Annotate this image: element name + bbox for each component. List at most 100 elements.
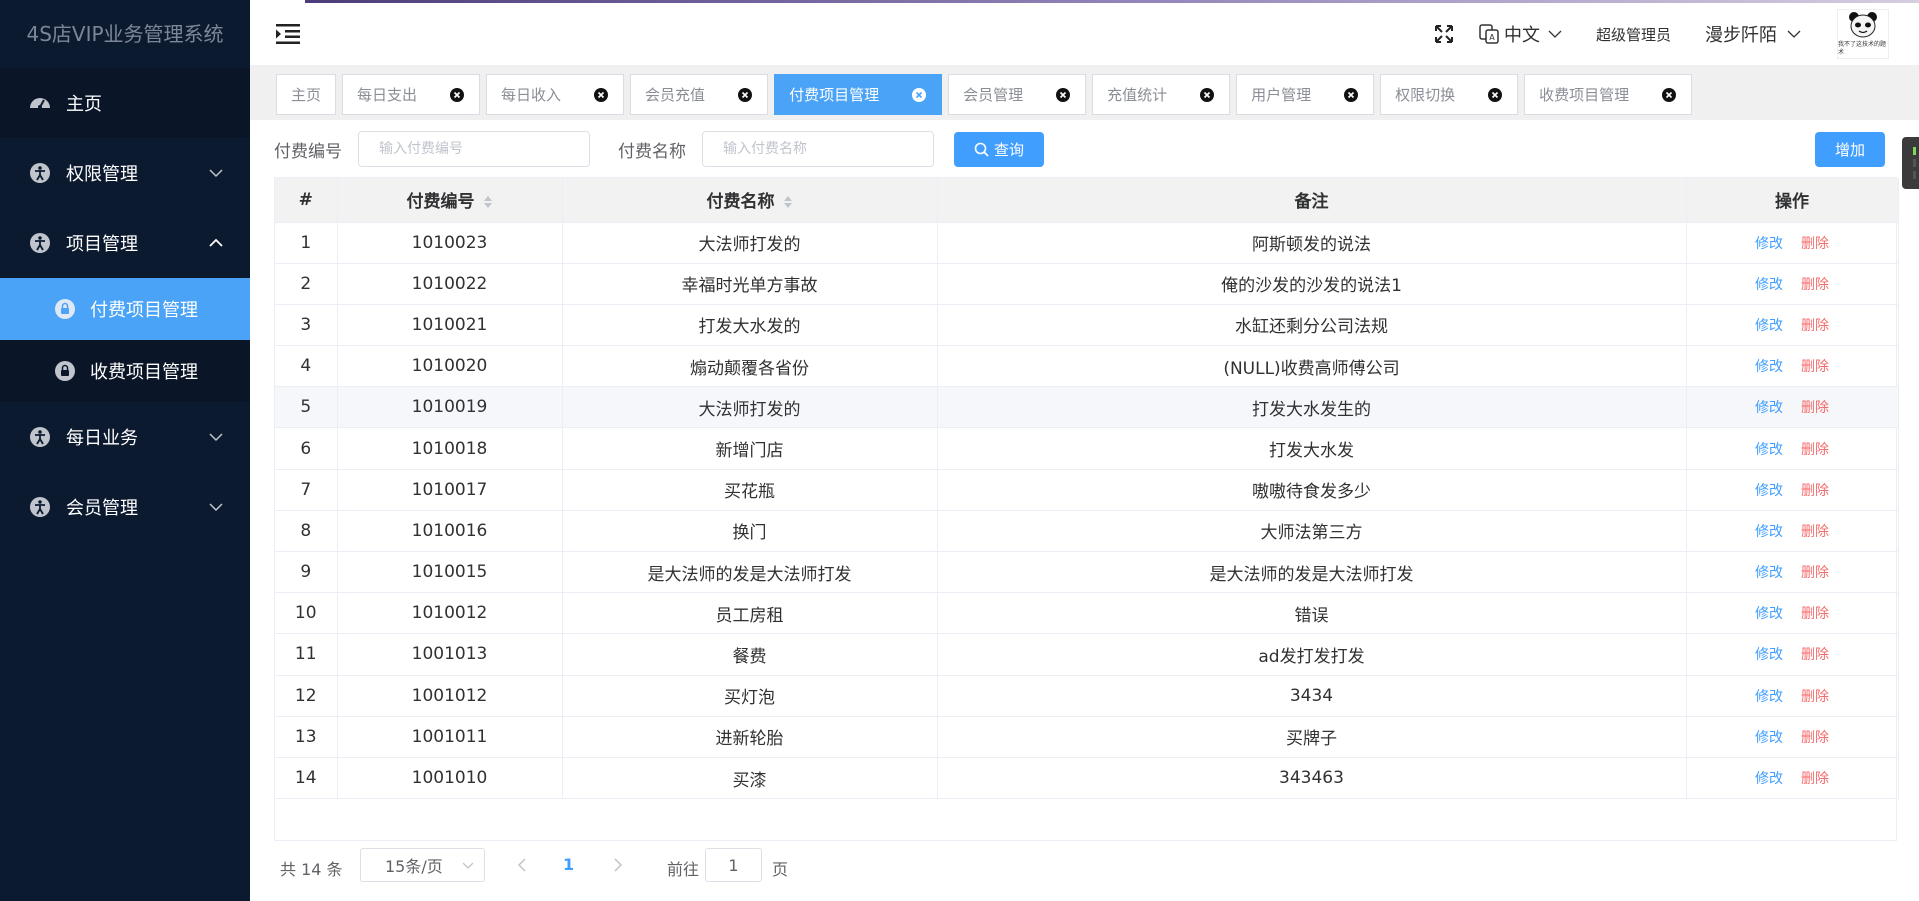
next-page-icon[interactable] [612,857,624,873]
col-header-name[interactable]: 付费名称 [562,178,938,223]
name-search-input[interactable] [702,131,934,167]
cell-actions: 修改 删除 [1686,675,1899,717]
edit-link[interactable]: 修改 [1755,318,1783,334]
col-header-code[interactable]: 付费编号 [337,178,563,223]
close-icon[interactable] [1055,87,1071,103]
chevron-down-icon [1548,30,1562,38]
cell-name: 买漆 [562,757,938,800]
page-number[interactable]: 1 [563,855,574,874]
tab-label: 充值统计 [1107,86,1168,104]
table-row: 8 1010016 换门 大师法第三方 修改 删除 [275,510,1899,553]
edit-link[interactable]: 修改 [1755,359,1783,375]
close-icon[interactable] [1199,87,1215,103]
cell-code: 1010022 [337,263,563,305]
menu-toggle-icon[interactable] [276,23,300,45]
panda-avatar-icon [1849,12,1877,38]
tab-3[interactable]: 会员充值 [630,74,769,115]
sidebar-item-paid-projects[interactable]: 付费项目管理 [0,278,250,340]
delete-link[interactable]: 删除 [1801,483,1829,499]
edit-link[interactable]: 修改 [1755,730,1783,746]
delete-link[interactable]: 删除 [1801,442,1829,458]
delete-link[interactable]: 删除 [1801,730,1829,746]
delete-link[interactable]: 删除 [1801,689,1829,705]
edit-link[interactable]: 修改 [1755,277,1783,293]
sidebar-item-home[interactable]: 主页 [0,68,250,138]
delete-link[interactable]: 删除 [1801,565,1829,581]
cell-remark: 俺的沙发的沙发的说法1 [937,263,1687,305]
cell-remark: 打发大水发生的 [937,386,1687,429]
fullscreen-icon[interactable] [1434,24,1454,44]
close-icon[interactable] [1487,87,1503,103]
edit-link[interactable]: 修改 [1755,442,1783,458]
user-menu[interactable]: 漫步阡陌 [1705,21,1801,47]
chevron-down-icon [209,169,223,178]
edit-link[interactable]: 修改 [1755,524,1783,540]
tab-2[interactable]: 每日收入 [486,74,625,115]
sidebar-item-permissions[interactable]: 权限管理 [0,138,250,208]
tab-7[interactable]: 用户管理 [1236,74,1375,115]
close-icon[interactable] [593,87,609,103]
close-icon[interactable] [911,87,927,103]
edit-link[interactable]: 修改 [1755,400,1783,416]
table-row: 3 1010021 打发大水发的 水缸还剩分公司法规 修改 删除 [275,304,1899,347]
prev-page-icon[interactable] [516,857,528,873]
tab-1[interactable]: 每日支出 [342,74,481,115]
tab-5[interactable]: 会员管理 [948,74,1087,115]
close-icon[interactable] [449,87,465,103]
col-header-label: 付费名称 [706,192,775,213]
cell-remark: 是大法师的发是大法师打发 [937,551,1687,594]
delete-link[interactable]: 删除 [1801,606,1829,622]
edit-link[interactable]: 修改 [1755,647,1783,663]
delete-link[interactable]: 删除 [1801,400,1829,416]
tab-0[interactable]: 主页 [276,74,337,115]
tab-6[interactable]: 充值统计 [1092,74,1231,115]
delete-link[interactable]: 删除 [1801,359,1829,375]
sidebar-item-members[interactable]: 会员管理 [0,472,250,542]
lock-icon [54,298,76,320]
language-switcher[interactable]: A 中文 [1478,21,1562,47]
query-button[interactable]: 查询 [954,132,1044,167]
cell-index: 13 [275,716,338,758]
close-icon[interactable] [1661,87,1677,103]
tab-8[interactable]: 权限切换 [1380,74,1519,115]
sidebar-item-projects[interactable]: 项目管理 [0,208,250,278]
delete-link[interactable]: 删除 [1801,277,1829,293]
add-button[interactable]: 增加 [1815,132,1885,167]
delete-link[interactable]: 删除 [1801,318,1829,334]
close-icon[interactable] [737,87,753,103]
delete-link[interactable]: 删除 [1801,771,1829,787]
sort-icon[interactable] [783,195,793,209]
sidebar-item-charge-projects[interactable]: 收费项目管理 [0,340,250,402]
svg-text:A: A [1489,33,1495,42]
table-row: 6 1010018 新增门店 打发大水发 修改 删除 [275,427,1899,470]
code-search-input[interactable] [358,131,590,167]
cell-name: 餐费 [562,633,938,676]
tab-4[interactable]: 付费项目管理 [774,74,943,115]
edit-link[interactable]: 修改 [1755,483,1783,499]
edit-link[interactable]: 修改 [1755,689,1783,705]
tab-9[interactable]: 收费项目管理 [1524,74,1693,115]
cell-actions: 修改 删除 [1686,633,1899,676]
cell-index: 3 [275,304,338,347]
goto-page-input[interactable] [705,848,762,882]
chevron-down-icon [1787,30,1801,38]
cell-index: 5 [275,386,338,429]
edit-link[interactable]: 修改 [1755,236,1783,252]
delete-link[interactable]: 删除 [1801,647,1829,663]
delete-link[interactable]: 删除 [1801,524,1829,540]
col-header-remark: 备注 [937,178,1687,223]
cell-actions: 修改 删除 [1686,592,1899,635]
avatar[interactable]: 我不了这技术的题术 [1837,9,1889,59]
edit-link[interactable]: 修改 [1755,771,1783,787]
delete-link[interactable]: 删除 [1801,236,1829,252]
edge-widget[interactable] [1902,137,1919,189]
sort-icon[interactable] [483,195,493,209]
close-icon[interactable] [1343,87,1359,103]
cell-name: 买灯泡 [562,675,938,717]
page-size-select[interactable]: 15条/页 [360,848,485,882]
cell-code: 1001012 [337,675,563,717]
accessibility-icon [28,231,52,255]
sidebar-item-daily-business[interactable]: 每日业务 [0,402,250,472]
edit-link[interactable]: 修改 [1755,565,1783,581]
edit-link[interactable]: 修改 [1755,606,1783,622]
